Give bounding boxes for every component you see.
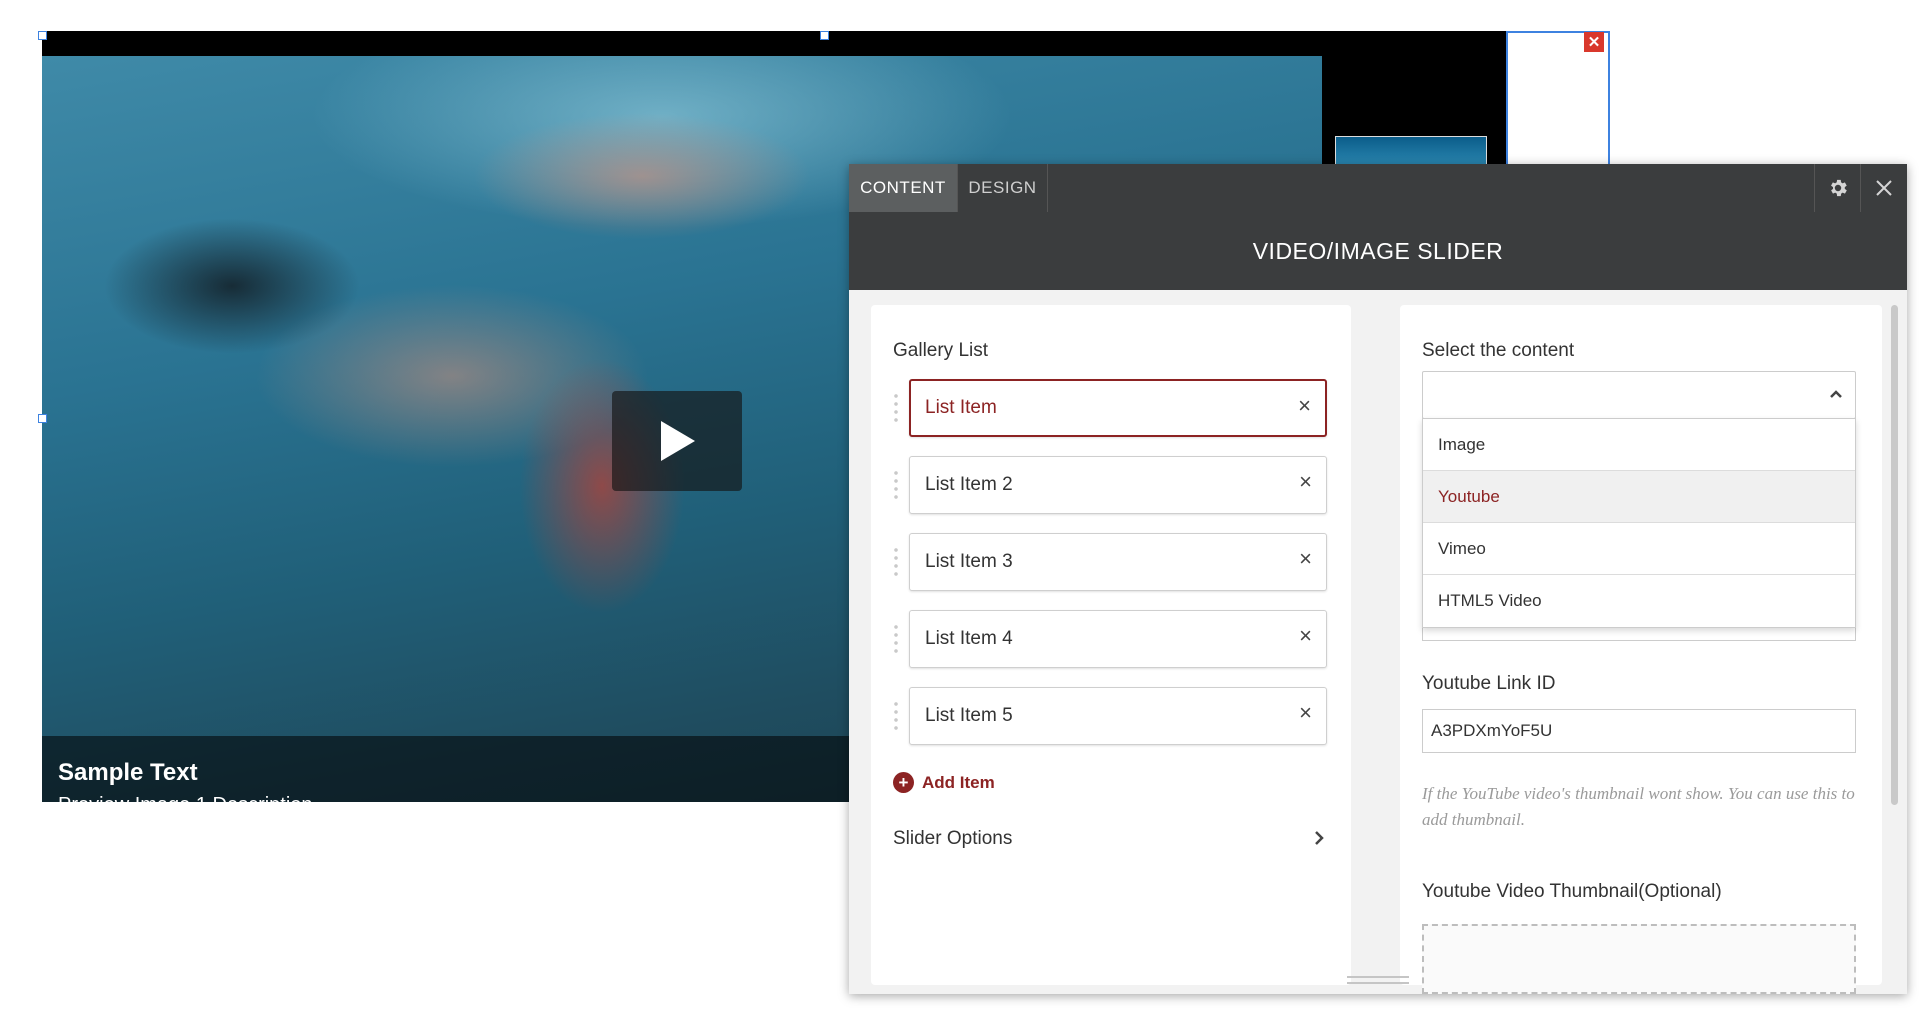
remove-item-icon[interactable]: ×	[1299, 702, 1312, 724]
drag-handle-icon[interactable]	[893, 392, 899, 426]
thumbnail-upload-zone[interactable]	[1422, 924, 1856, 994]
panel-tab-bar: CONTENT DESIGN	[849, 164, 1907, 213]
option-image[interactable]: Image	[1423, 419, 1855, 471]
list-item-label: List Item 3	[925, 551, 1013, 572]
drag-handle-icon[interactable]	[893, 469, 899, 503]
list-item-label: List Item	[925, 397, 997, 418]
option-youtube[interactable]: Youtube	[1423, 471, 1855, 523]
thumbnail-preview[interactable]	[1335, 136, 1487, 166]
content-type-dropdown: Image Youtube Vimeo HTML5 Video	[1422, 418, 1856, 628]
list-item-label: List Item 2	[925, 474, 1013, 495]
tab-content[interactable]: CONTENT	[849, 164, 958, 212]
remove-item-icon[interactable]: ×	[1299, 471, 1312, 493]
gallery-list-heading: Gallery List	[893, 340, 989, 361]
close-icon	[1875, 180, 1892, 196]
play-button[interactable]	[612, 391, 742, 491]
panel-resize-grip[interactable]	[1347, 976, 1409, 984]
caption-description: Preview Image 1 Description	[58, 794, 313, 802]
remove-item-icon[interactable]: ×	[1299, 625, 1312, 647]
tab-design[interactable]: DESIGN	[958, 164, 1048, 212]
gear-icon	[1830, 179, 1847, 197]
panel-scrollbar[interactable]	[1891, 305, 1898, 805]
caption-title: Sample Text	[58, 759, 198, 786]
slider-options-label: Slider Options	[893, 828, 1013, 849]
gallery-list-item[interactable]: List Item 5 ×	[909, 687, 1327, 745]
option-html5-video[interactable]: HTML5 Video	[1423, 575, 1855, 627]
settings-button[interactable]	[1814, 164, 1860, 212]
list-item-label: List Item 5	[925, 705, 1013, 726]
remove-item-icon[interactable]: ×	[1298, 395, 1311, 417]
youtube-link-input[interactable]	[1422, 709, 1856, 753]
resize-handle-top[interactable]	[820, 31, 829, 40]
play-icon	[661, 421, 695, 461]
thumbnail-help-text: If the YouTube video's thumbnail wont sh…	[1422, 784, 1855, 829]
add-item-label: Add Item	[922, 772, 995, 792]
slider-options-toggle[interactable]: Slider Options	[893, 828, 1325, 850]
list-item-label: List Item 4	[925, 628, 1013, 649]
gallery-card: Gallery List List Item × List Item 2 × L…	[871, 305, 1351, 985]
panel-title: VIDEO/IMAGE SLIDER	[849, 212, 1907, 290]
slider-top-bar	[42, 31, 1322, 56]
chevron-up-icon	[1830, 390, 1842, 398]
remove-item-icon[interactable]: ×	[1299, 548, 1312, 570]
drag-handle-icon[interactable]	[893, 623, 899, 657]
option-vimeo[interactable]: Vimeo	[1423, 523, 1855, 575]
add-item-button[interactable]: + Add Item	[893, 772, 995, 793]
remove-element-button[interactable]: ✕	[1584, 32, 1604, 52]
drag-handle-icon[interactable]	[893, 546, 899, 580]
content-settings-card: Select the content Image Youtube Vimeo H…	[1400, 305, 1882, 994]
gallery-list-item[interactable]: List Item 3 ×	[909, 533, 1327, 591]
resize-handle-left[interactable]	[38, 414, 47, 423]
gallery-list-item[interactable]: List Item 4 ×	[909, 610, 1327, 668]
chevron-right-icon	[1315, 831, 1324, 845]
gallery-list-item[interactable]: List Item 2 ×	[909, 456, 1327, 514]
close-panel-button[interactable]	[1860, 164, 1906, 212]
drag-handle-icon[interactable]	[893, 700, 899, 734]
gallery-list-item[interactable]: List Item ×	[909, 379, 1327, 437]
select-content-heading: Select the content	[1422, 340, 1575, 361]
plus-circle-icon: +	[893, 772, 914, 793]
close-icon: ✕	[1587, 33, 1601, 51]
editor-panel: CONTENT DESIGN VIDEO/IMAGE SLIDER Galler…	[849, 164, 1907, 994]
content-type-select[interactable]	[1422, 371, 1856, 419]
youtube-link-label: Youtube Link ID	[1422, 673, 1556, 694]
thumbnail-label: Youtube Video Thumbnail(Optional)	[1422, 881, 1722, 902]
selection-frame	[1506, 31, 1610, 171]
resize-handle-top-left[interactable]	[38, 31, 47, 40]
